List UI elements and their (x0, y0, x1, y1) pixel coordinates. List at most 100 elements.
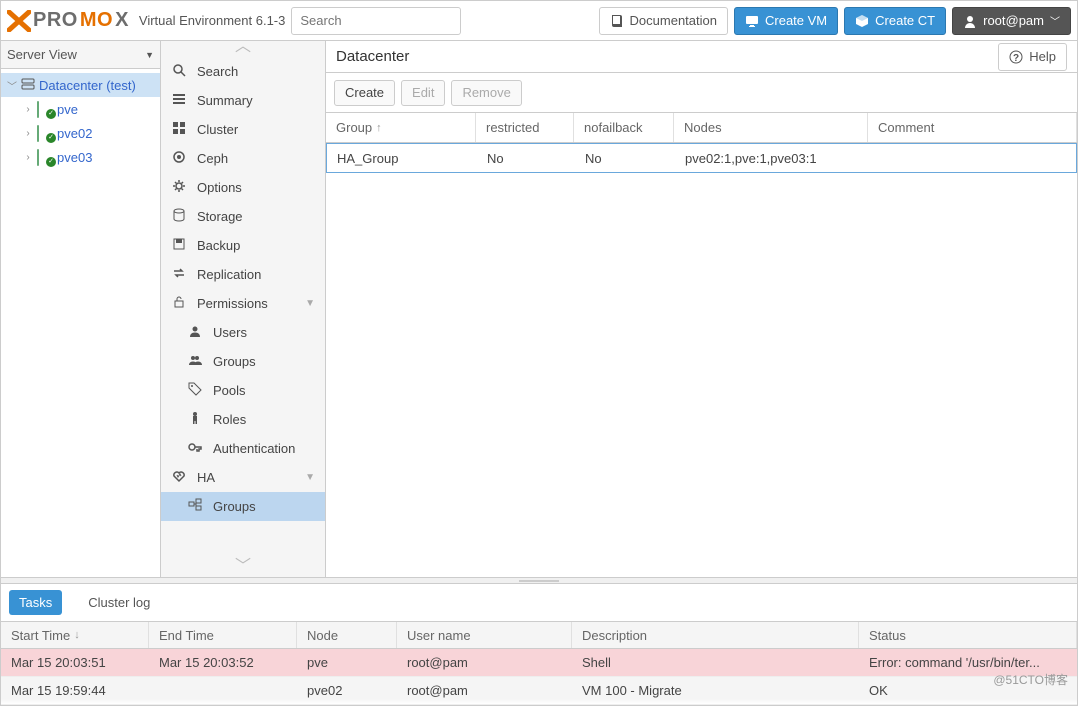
node-icon: ✓ (37, 126, 53, 140)
ha-groups-grid: Group↑ restricted nofailback Nodes Comme… (326, 113, 1077, 577)
user-menu-button[interactable]: root@pam ﹀ (952, 7, 1071, 35)
nav-ceph[interactable]: Ceph (161, 144, 325, 173)
create-ct-button[interactable]: Create CT (844, 7, 946, 35)
cell-group: HA_Group (327, 144, 477, 172)
nav-pools[interactable]: Pools (161, 376, 325, 405)
expand-icon: › (23, 104, 33, 115)
nav-cluster[interactable]: Cluster (161, 115, 325, 144)
top-bar: PROMOX Virtual Environment 6.1-3 Documen… (1, 1, 1077, 41)
col-comment[interactable]: Comment (868, 113, 1077, 142)
user-icon (963, 14, 977, 28)
node-icon: ✓ (37, 102, 53, 116)
tree-node-label: pve02 (57, 126, 92, 141)
cell-restricted: No (477, 144, 575, 172)
content-pane: Datacenter ? Help Create Edit Remove Gro… (326, 41, 1077, 577)
tag-icon (187, 382, 203, 399)
view-select[interactable]: Server View ▼ (1, 41, 160, 69)
users-icon (187, 353, 203, 370)
col-start-time[interactable]: Start Time↓ (1, 622, 149, 648)
cell-nodes: pve02:1,pve:1,pve03:1 (675, 144, 869, 172)
cell-end: Mar 15 20:03:52 (149, 655, 297, 670)
grid-row[interactable]: HA_Group No No pve02:1,pve:1,pve03:1 (326, 143, 1077, 173)
scroll-up[interactable]: ︿ (161, 41, 325, 57)
col-group[interactable]: Group↑ (326, 113, 476, 142)
nav-backup[interactable]: Backup (161, 231, 325, 260)
nav-summary[interactable]: Summary (161, 86, 325, 115)
nav-storage[interactable]: Storage (161, 202, 325, 231)
cell-desc: Shell (572, 655, 859, 670)
server-icon (21, 77, 35, 94)
tab-cluster-log[interactable]: Cluster log (78, 590, 160, 615)
nav-search[interactable]: Search (161, 57, 325, 86)
nav-replication[interactable]: Replication (161, 260, 325, 289)
col-node[interactable]: Node (297, 622, 397, 648)
logo-x-icon (7, 10, 31, 32)
scroll-down[interactable]: ﹀ (161, 561, 325, 577)
content-header: Datacenter ? Help (326, 41, 1077, 73)
sort-desc-icon: ↓ (74, 629, 80, 641)
edit-button[interactable]: Edit (401, 80, 445, 106)
cell-comment (869, 144, 1076, 172)
main-area: Server View ▼ ﹀ Datacenter (test) › ✓ pv… (1, 41, 1077, 577)
col-end-time[interactable]: End Time (149, 622, 297, 648)
tree-node[interactable]: › ✓ pve02 (1, 121, 160, 145)
help-button[interactable]: ? Help (998, 43, 1067, 71)
tree-node[interactable]: › ✓ pve (1, 97, 160, 121)
cell-start: Mar 15 19:59:44 (1, 683, 149, 698)
col-nodes[interactable]: Nodes (674, 113, 868, 142)
col-desc[interactable]: Description (572, 622, 859, 648)
create-vm-button[interactable]: Create VM (734, 7, 838, 35)
nav-options[interactable]: Options (161, 173, 325, 202)
nav-item-label: Users (213, 325, 247, 340)
male-icon (187, 411, 203, 428)
tree-datacenter[interactable]: ﹀ Datacenter (test) (1, 73, 160, 97)
create-button[interactable]: Create (334, 80, 395, 106)
tab-tasks[interactable]: Tasks (9, 590, 62, 615)
col-nofailback[interactable]: nofailback (574, 113, 674, 142)
cell-status: Error: command '/usr/bin/ter... (859, 655, 1077, 670)
chevron-down-icon: ▼ (305, 472, 315, 483)
tree-node-label: pve03 (57, 150, 92, 165)
nav-item-label: Groups (213, 354, 256, 369)
cell-status: OK (859, 683, 1077, 698)
db-icon (171, 208, 187, 225)
object-icon (187, 498, 203, 515)
tree-node[interactable]: › ✓ pve03 (1, 145, 160, 169)
nav-ha[interactable]: HA ▼ (161, 463, 325, 492)
logo-text-1: PRO (33, 9, 78, 32)
nav-item-label: Search (197, 64, 238, 79)
logo-text-3: X (115, 9, 129, 32)
col-status[interactable]: Status (859, 622, 1077, 648)
nav-item-label: Permissions (197, 296, 268, 311)
col-restricted[interactable]: restricted (476, 113, 574, 142)
config-nav: ︿ Search Summary Cluster Ceph Options St… (161, 41, 326, 577)
list-icon (171, 92, 187, 109)
search-input[interactable] (291, 7, 461, 35)
cell-nofailback: No (575, 144, 675, 172)
expand-icon: › (23, 152, 33, 163)
chevron-down-icon: ▼ (305, 298, 315, 309)
server-tree: ﹀ Datacenter (test) › ✓ pve› ✓ pve02› ✓ … (1, 69, 160, 173)
documentation-button[interactable]: Documentation (599, 7, 728, 35)
node-icon: ✓ (37, 150, 53, 164)
log-row[interactable]: Mar 15 19:59:44 pve02 root@pam VM 100 - … (1, 677, 1077, 705)
cell-user: root@pam (397, 683, 572, 698)
nav-groups[interactable]: Groups (161, 492, 325, 521)
nav-roles[interactable]: Roles (161, 405, 325, 434)
nav-item-label: Pools (213, 383, 246, 398)
breadcrumb: Datacenter (336, 48, 409, 65)
nav-item-label: Options (197, 180, 242, 195)
key-icon (187, 440, 203, 457)
nav-users[interactable]: Users (161, 318, 325, 347)
col-user[interactable]: User name (397, 622, 572, 648)
cell-node: pve (297, 655, 397, 670)
heart-icon (171, 469, 187, 486)
nav-permissions[interactable]: Permissions ▼ (161, 289, 325, 318)
user-icon (187, 324, 203, 341)
lock-icon (171, 295, 187, 312)
nav-groups[interactable]: Groups (161, 347, 325, 376)
tree-node-label: pve (57, 102, 78, 117)
nav-authentication[interactable]: Authentication (161, 434, 325, 463)
log-row[interactable]: Mar 15 20:03:51 Mar 15 20:03:52 pve root… (1, 649, 1077, 677)
remove-button[interactable]: Remove (451, 80, 521, 106)
